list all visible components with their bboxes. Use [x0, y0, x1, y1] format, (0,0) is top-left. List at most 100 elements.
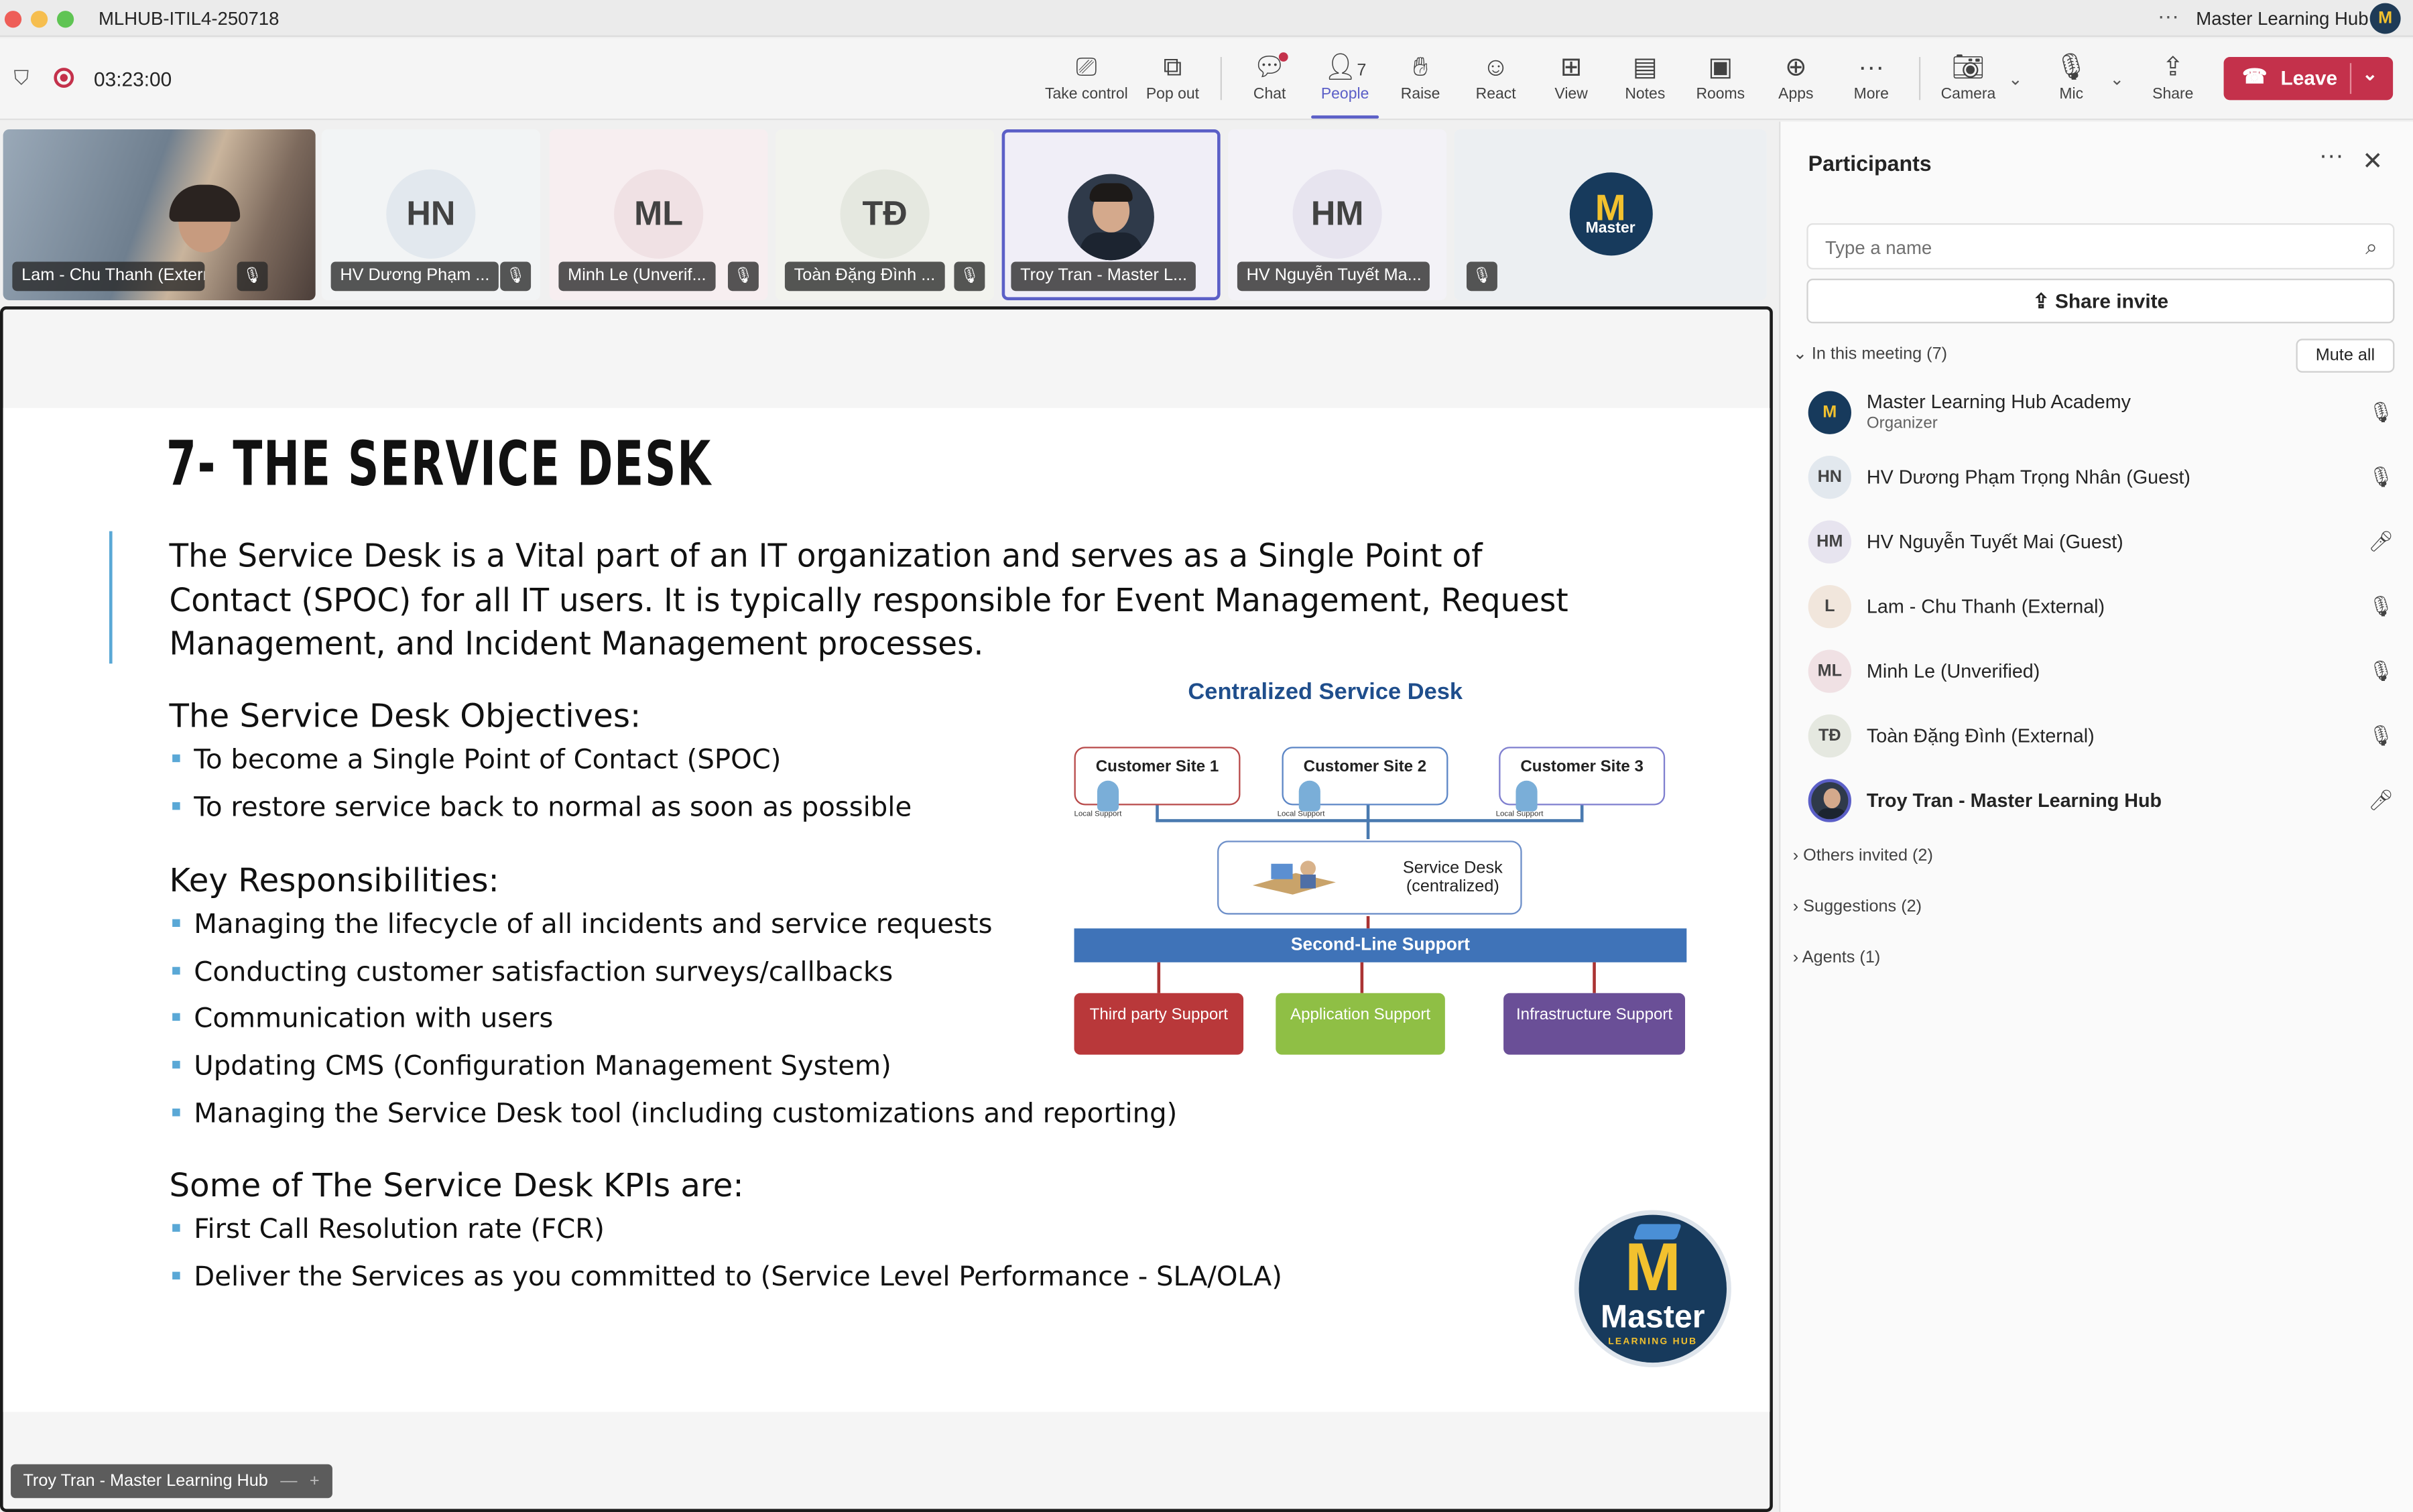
rooms-button[interactable]: ▣ Rooms [1680, 51, 1760, 103]
avatar [1068, 174, 1154, 261]
apps-button[interactable]: ⊕ Apps [1756, 51, 1836, 103]
mic-button[interactable]: 🎙︎ Mic [2032, 51, 2111, 103]
presenter-label[interactable]: Troy Tran - Master Learning Hub — + [11, 1464, 332, 1499]
avatar [1808, 779, 1851, 822]
mic-off-icon: 🎙︎ [2054, 52, 2089, 82]
leave-button[interactable]: ☎ Leave ⌄ [2223, 57, 2394, 101]
service-desk-label: Service Desk (centralized) [1402, 859, 1503, 897]
mic-muted-icon: 🎙︎ [237, 261, 268, 292]
mic-muted-icon[interactable]: 🎙︎ [2368, 659, 2394, 684]
rooms-icon: ▣ [1708, 52, 1733, 82]
view-button[interactable]: ⊞ View [1531, 51, 1611, 103]
more-options-icon[interactable]: ··· [2319, 143, 2344, 171]
mic-muted-icon[interactable]: 🎙︎ [2368, 465, 2394, 490]
tile-name-label: Toàn Đặng Đình ... [784, 261, 945, 292]
minimize-icon[interactable]: — [280, 1472, 297, 1491]
in-meeting-section-toggle[interactable]: ⌄ In this meeting (7) [1793, 343, 1947, 364]
video-tile[interactable]: TĐ Toàn Đặng Đình ... 🎙︎ [776, 129, 995, 300]
close-icon[interactable]: ✕ [2362, 146, 2383, 177]
participant-name: Lam - Chu Thanh (External) [1866, 596, 2105, 618]
mic-muted-icon: 🎙︎ [954, 261, 985, 292]
zoom-window-button[interactable] [56, 11, 74, 28]
video-tile-active-speaker[interactable]: Troy Tran - Master L... [1001, 129, 1221, 300]
participant-row[interactable]: Troy Tran - Master Learning Hub 🎤︎ [1780, 770, 2413, 832]
participant-row[interactable]: HN HV Dương Phạm Trọng Nhân (Guest) 🎙︎ [1780, 446, 2413, 508]
participant-role: Organizer [1866, 414, 1938, 433]
camera-button[interactable]: 📷︎ Camera [1928, 51, 2008, 103]
video-tile[interactable]: ML Minh Le (Unverif... 🎙︎ [549, 129, 768, 300]
share-invite-button[interactable]: ⇪ Share invite [1806, 278, 2395, 324]
minimize-window-button[interactable] [30, 11, 48, 28]
title-bar: MLHUB-ITIL4-250718 ··· Master Learning H… [0, 0, 2413, 38]
participant-row[interactable]: ML Minh Le (Unverified) 🎙︎ [1780, 641, 2413, 702]
video-tile[interactable]: HM HV Nguyễn Tuyết Ma... [1228, 129, 1447, 300]
organizer-logo-avatar: M Master [1568, 172, 1652, 256]
shield-icon[interactable]: ⛉ [14, 66, 29, 91]
chat-icon: 💬︎ [1253, 52, 1286, 82]
bullet-item: To become a Single Point of Contact (SPO… [172, 745, 781, 776]
leave-options-chevron-icon[interactable]: ⌄ [2362, 63, 2377, 84]
bullet-item: Managing the lifecycle of all incidents … [172, 910, 993, 941]
others-invited-toggle[interactable]: › Others invited (2) [1793, 847, 1933, 866]
mic-muted-icon[interactable]: 🎙︎ [2368, 724, 2394, 749]
notes-button[interactable]: ▤ Notes [1605, 51, 1685, 103]
avatar: TĐ [840, 169, 930, 259]
bullet-item: Updating CMS (Configuration Management S… [172, 1052, 891, 1082]
mic-on-icon[interactable]: 🎤︎ [2368, 529, 2394, 554]
participant-row[interactable]: M Master Learning Hub Academy Organizer … [1780, 382, 2413, 444]
local-support-label: Local Support [1495, 810, 1544, 820]
plus-icon[interactable]: + [310, 1472, 320, 1491]
avatar: ML [1808, 649, 1851, 693]
bullet-item: To restore service back to normal as soo… [172, 793, 912, 824]
kpi-heading: Some of The Service Desk KPIs are: [169, 1167, 744, 1204]
centralized-service-desk-diagram: Centralized Service Desk Customer Site 1… [1065, 670, 1711, 1070]
participant-row[interactable]: L Lam - Chu Thanh (External) 🎙︎ [1780, 576, 2413, 637]
person-icon [1515, 780, 1538, 812]
mic-muted-icon[interactable]: 🎙︎ [2368, 594, 2394, 619]
video-tile[interactable]: HN HV Dương Phạm ... 🎙︎ [321, 129, 540, 300]
close-window-button[interactable] [4, 11, 22, 28]
objectives-heading: The Service Desk Objectives: [169, 697, 641, 735]
mute-all-button[interactable]: Mute all [2296, 338, 2395, 373]
participant-row[interactable]: TĐ Toàn Đặng Đình (External) 🎙︎ [1780, 705, 2413, 767]
agents-toggle[interactable]: › Agents (1) [1793, 948, 1881, 967]
shared-content-stage[interactable]: 7- THE SERVICE DESK The Service Desk is … [0, 306, 1773, 1512]
camera-options-chevron-icon[interactable]: ⌄ [2008, 69, 2022, 90]
mic-on-icon[interactable]: 🎤︎ [2368, 788, 2394, 813]
diagram-title: Centralized Service Desk [1188, 679, 1463, 706]
org-avatar[interactable]: M [2369, 3, 2401, 34]
participant-row[interactable]: HM HV Nguyễn Tuyết Mai (Guest) 🎤︎ [1780, 511, 2413, 573]
org-name[interactable]: Master Learning Hub [2196, 7, 2368, 29]
bullet-item: First Call Resolution rate (FCR) [172, 1215, 605, 1246]
participants-panel: Participants ··· ✕ Type a name ⌕ ⇪ Share… [1779, 121, 2413, 1512]
slide-intro: The Service Desk is a Vital part of an I… [169, 537, 1568, 662]
video-tile[interactable]: M Master 🎙︎ [1454, 129, 1767, 300]
participant-search-input[interactable]: Type a name ⌕ [1806, 223, 2395, 270]
divider [1220, 57, 1222, 101]
tile-name-label: Lam - Chu Thanh (External) [12, 261, 205, 292]
share-button[interactable]: ⇪ Share [2133, 51, 2213, 103]
pop-out-icon: ⧉ [1163, 52, 1182, 82]
mic-muted-icon[interactable]: 🎙︎ [2368, 400, 2394, 425]
accent-bar [109, 531, 113, 664]
people-button[interactable]: 👤︎7 People [1305, 51, 1385, 119]
mic-options-chevron-icon[interactable]: ⌄ [2110, 69, 2124, 90]
slide-title: 7- THE SERVICE DESK [166, 429, 712, 501]
master-learning-hub-logo: M Master LEARNING HUB [1574, 1210, 1731, 1368]
person-icon [1097, 780, 1119, 812]
share-icon: ⇪ [2032, 289, 2055, 313]
avatar: L [1808, 584, 1851, 629]
more-button[interactable]: ··· More [1831, 51, 1911, 103]
pop-out-button[interactable]: ⧉ Pop out [1133, 51, 1213, 103]
take-control-button[interactable]: ⎚ Take control [1045, 51, 1128, 103]
avatar: HN [1808, 456, 1851, 499]
more-icon[interactable]: ··· [2158, 3, 2179, 28]
react-button[interactable]: ☺ React [1456, 51, 1536, 103]
suggestions-toggle[interactable]: › Suggestions (2) [1793, 897, 1922, 916]
divider [1918, 57, 1921, 101]
raise-hand-button[interactable]: ✋︎ Raise [1380, 51, 1460, 103]
bullet-item: Deliver the Services as you committed to… [172, 1263, 1282, 1294]
chat-button[interactable]: 💬︎ Chat [1229, 51, 1309, 103]
participant-name: HV Dương Phạm Trọng Nhân (Guest) [1866, 466, 2190, 489]
video-tile[interactable]: Lam - Chu Thanh (External) 🎙︎ [3, 129, 316, 300]
